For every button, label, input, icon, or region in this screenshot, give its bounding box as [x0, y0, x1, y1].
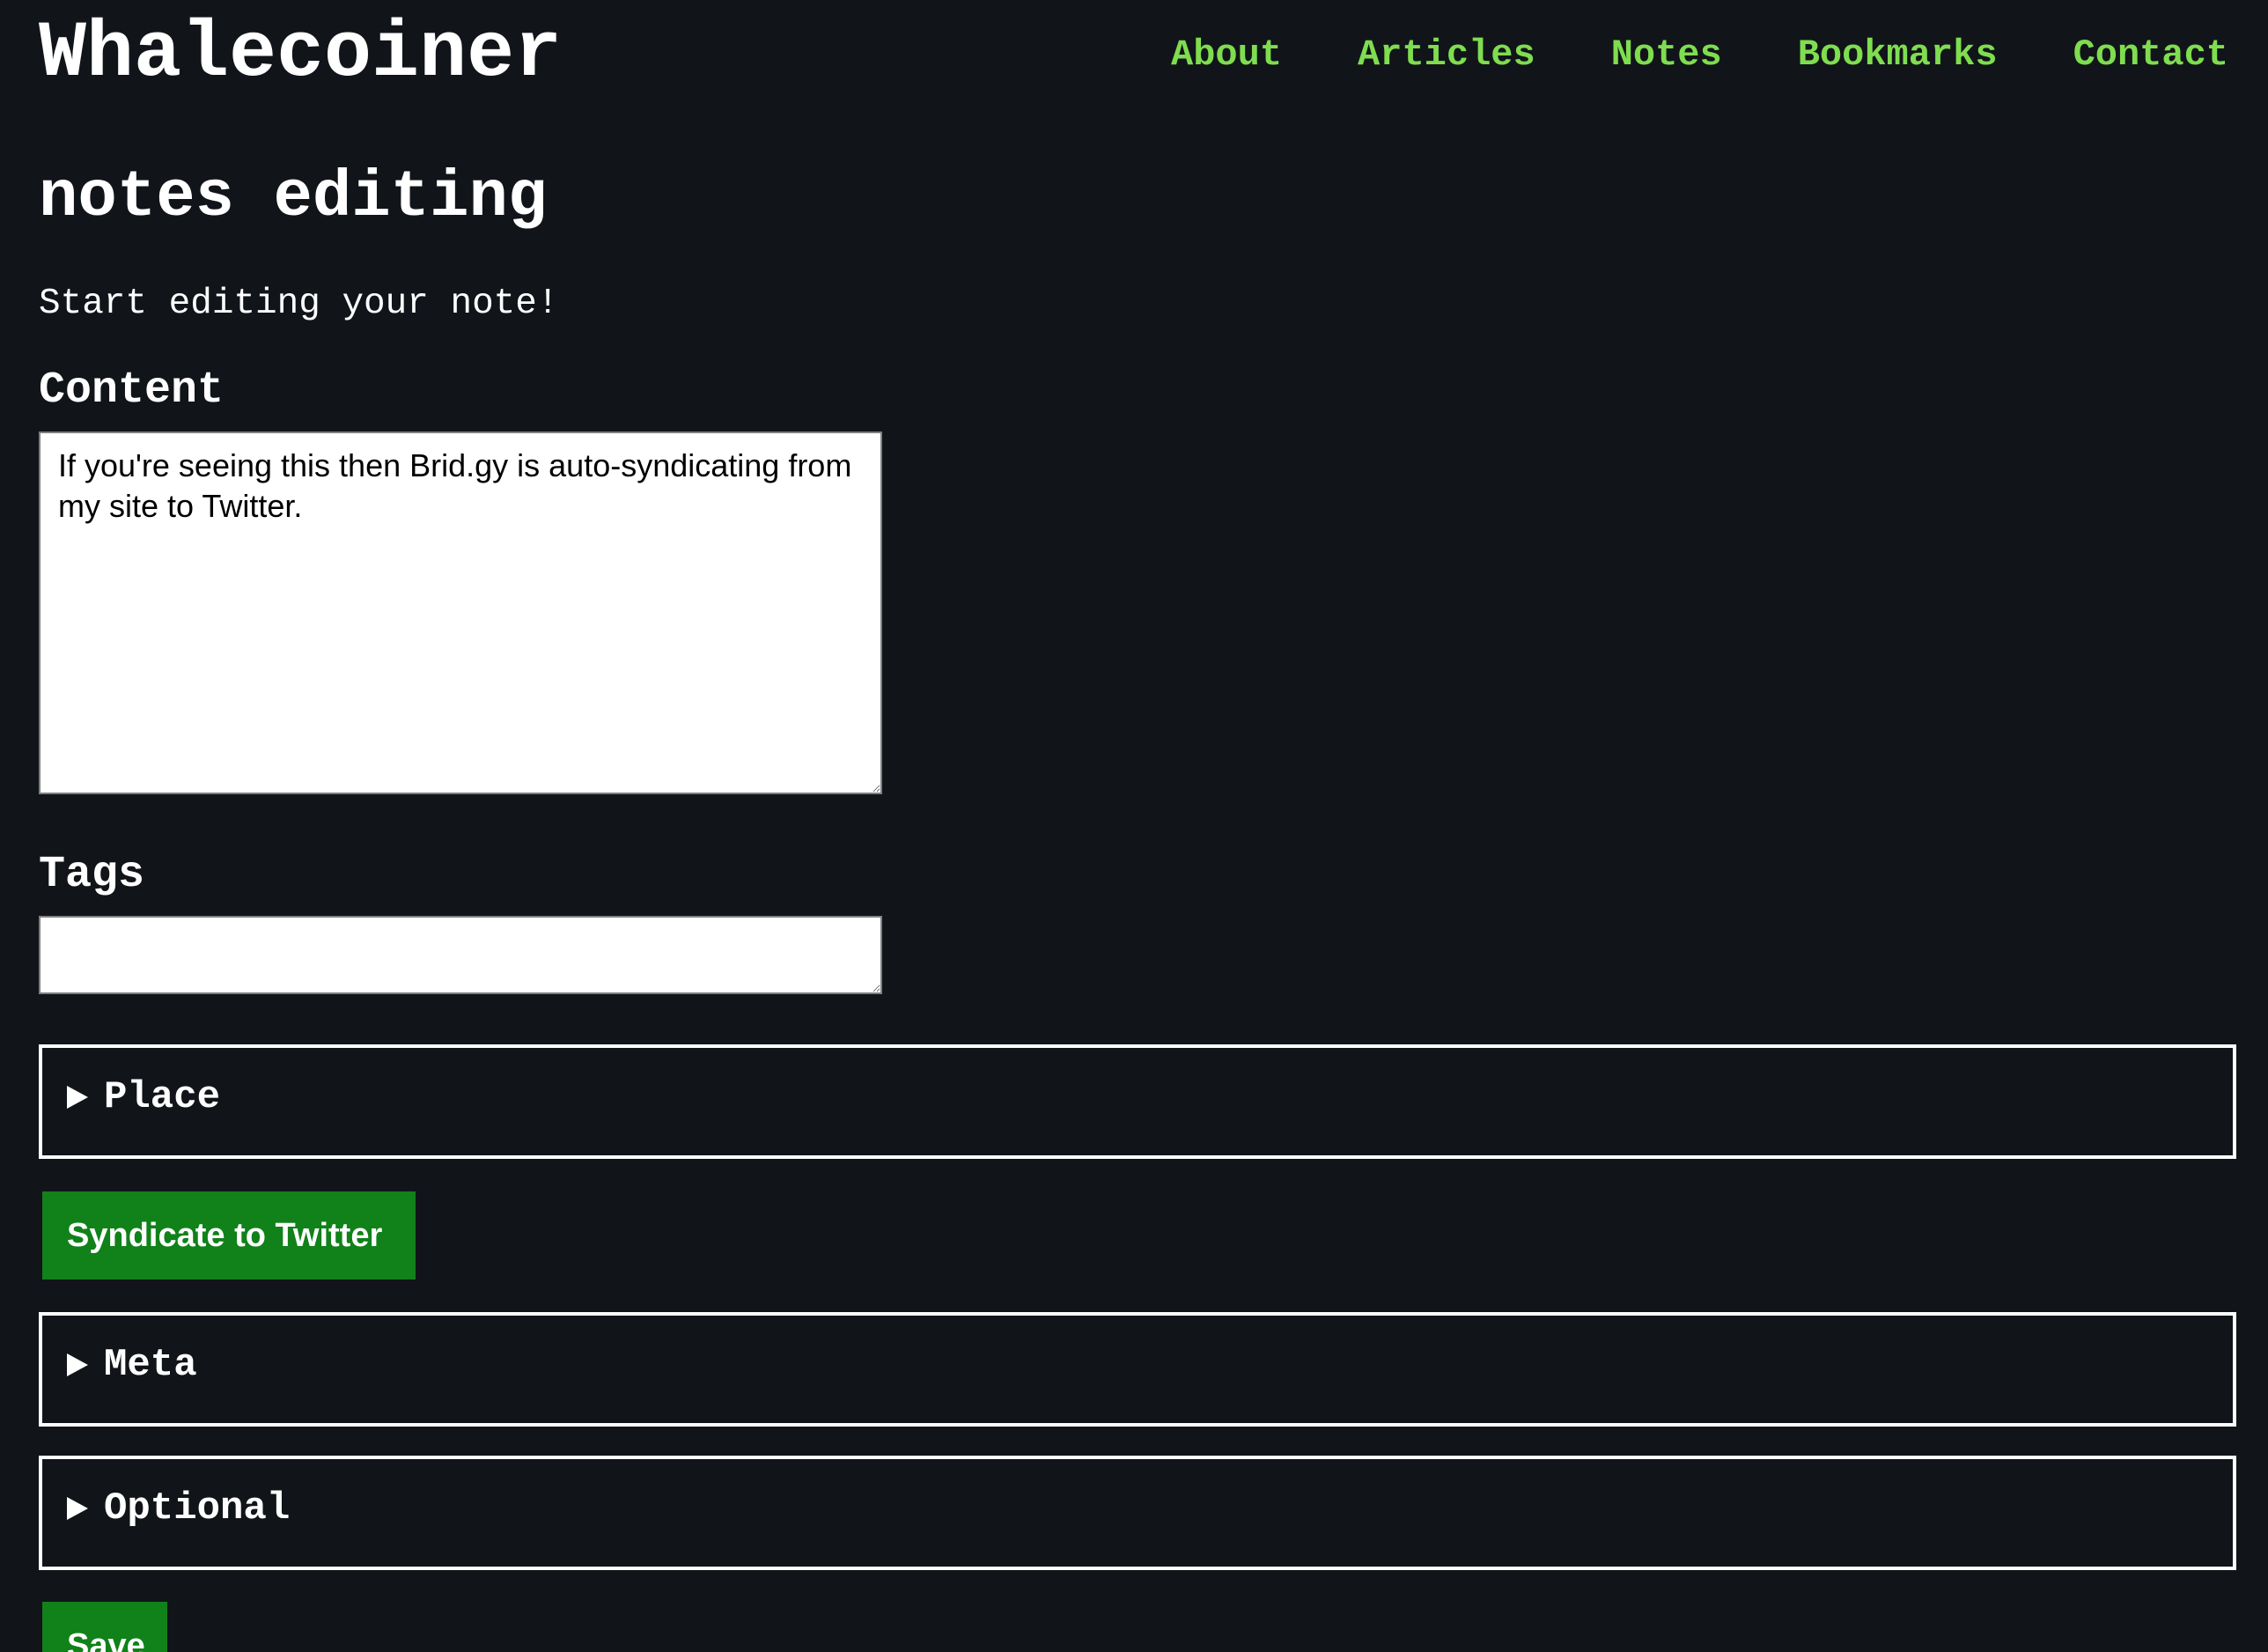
nav-link-notes[interactable]: Notes	[1611, 26, 1722, 83]
meta-summary[interactable]: Meta	[67, 1340, 197, 1390]
optional-section: Optional	[39, 1456, 2236, 1570]
content-label: Content	[39, 365, 225, 416]
tags-textarea[interactable]	[39, 916, 882, 994]
syndicate-to-twitter-button[interactable]: Syndicate to Twitter	[42, 1191, 416, 1280]
nav-link-articles[interactable]: Articles	[1358, 26, 1535, 83]
nav-link-contact[interactable]: Contact	[2073, 26, 2228, 83]
triangle-right-icon	[67, 1086, 88, 1109]
notes-editing-page: Whalecoiner About Articles Notes Bookmar…	[0, 0, 2268, 1652]
nav-link-bookmarks[interactable]: Bookmarks	[1798, 26, 1998, 83]
meta-section: Meta	[39, 1312, 2236, 1427]
site-header: Whalecoiner About Articles Notes Bookmar…	[0, 0, 2268, 114]
place-summary-label: Place	[104, 1075, 221, 1119]
main-navigation: About Articles Notes Bookmarks Contact	[1171, 26, 2228, 83]
save-button[interactable]: Save	[42, 1602, 167, 1652]
optional-summary[interactable]: Optional	[67, 1484, 290, 1533]
site-title-link[interactable]: Whalecoiner	[39, 11, 562, 99]
optional-summary-label: Optional	[104, 1486, 291, 1530]
triangle-right-icon	[67, 1497, 88, 1520]
content-textarea[interactable]: If you're seeing this then Brid.gy is au…	[39, 431, 882, 794]
tags-label: Tags	[39, 850, 145, 900]
page-title: notes editing	[39, 161, 548, 235]
meta-summary-label: Meta	[104, 1343, 197, 1387]
nav-link-about[interactable]: About	[1171, 26, 1282, 83]
triangle-right-icon	[67, 1353, 88, 1376]
intro-text: Start editing your note!	[39, 284, 559, 324]
place-summary[interactable]: Place	[67, 1073, 220, 1122]
place-section: Place	[39, 1044, 2236, 1159]
